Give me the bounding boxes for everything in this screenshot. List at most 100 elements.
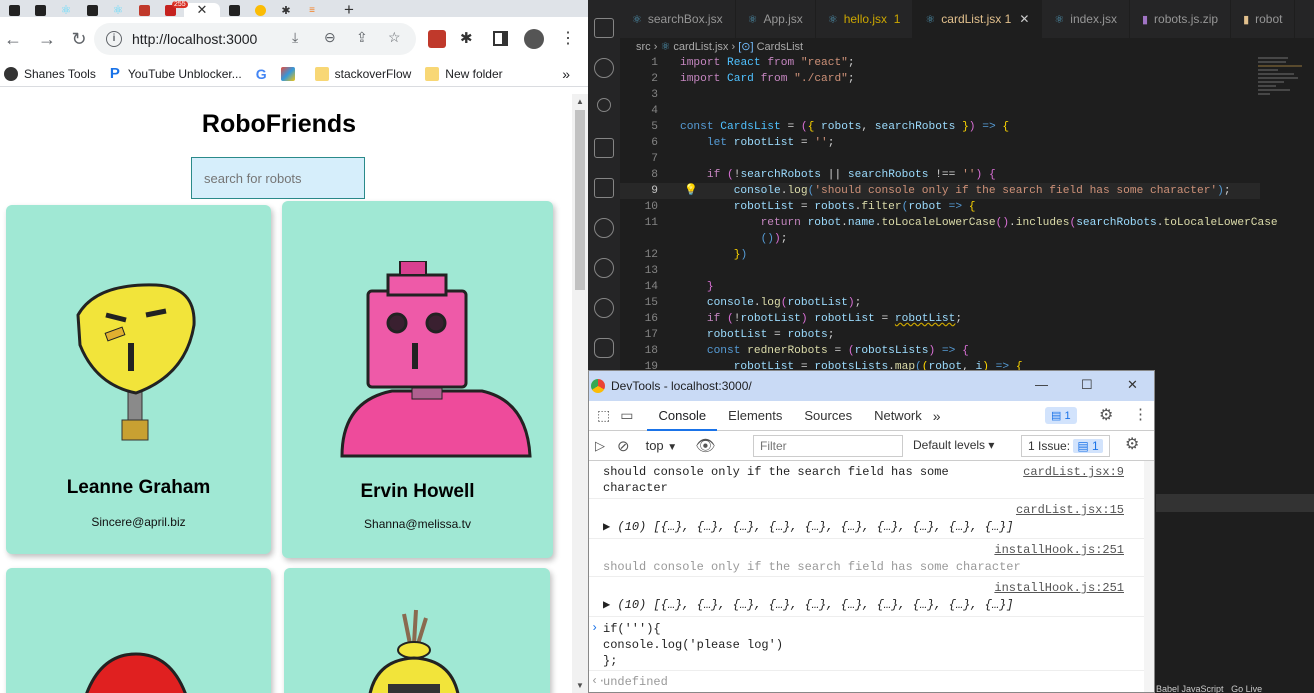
clear-console-icon[interactable]: ⊘ — [617, 437, 630, 455]
bookmark-item[interactable]: G — [256, 66, 267, 82]
tab-cardlist[interactable]: ⚛ cardList.jsx 1 ✕ — [913, 0, 1043, 38]
forward-button[interactable]: → — [34, 29, 60, 50]
go-live-button[interactable]: Go Live — [1231, 684, 1262, 693]
source-control-icon[interactable] — [597, 98, 611, 112]
tab[interactable] — [80, 3, 104, 17]
tab-elements[interactable]: Elements — [717, 401, 793, 431]
close-window-button[interactable]: ✕ — [1127, 377, 1138, 393]
devtools-titlebar[interactable]: DevTools - localhost:3000/ — ☐ ✕ — [589, 371, 1154, 401]
git-graph-icon[interactable] — [594, 258, 614, 278]
breadcrumb-file[interactable]: cardList.jsx — [673, 41, 728, 53]
scroll-down-icon[interactable]: ▼ — [576, 681, 584, 690]
install-icon[interactable]: ⤓ — [292, 29, 298, 46]
log-source-link[interactable]: cardList.jsx:9 — [1023, 465, 1124, 479]
close-tab-icon[interactable]: ✕ — [197, 2, 208, 18]
explorer-icon[interactable] — [594, 18, 614, 38]
reload-button[interactable]: ↻ — [66, 29, 92, 50]
tab-robots-zip[interactable]: ▮ robots.js.zip — [1130, 0, 1232, 38]
zoom-icon[interactable]: ⊖ — [324, 29, 336, 46]
bookmark-star-icon[interactable]: ☆ — [388, 29, 401, 46]
minimize-button[interactable]: — — [1035, 377, 1048, 392]
bookmarks-more-button[interactable]: » — [562, 66, 570, 82]
console-log: cardList.jsx:9 should console only if th… — [589, 461, 1154, 692]
tab[interactable] — [222, 3, 246, 17]
tab-network[interactable]: Network — [863, 401, 933, 431]
address-bar[interactable]: i http://localhost:3000 ⤓ ⊖ ⇪ ☆ — [94, 23, 416, 55]
tab-index[interactable]: ⚛ index.jsx — [1042, 0, 1130, 38]
scroll-up-icon[interactable]: ▲ — [576, 97, 584, 106]
folder-icon — [425, 66, 440, 81]
new-tab-button[interactable]: + — [344, 1, 354, 18]
context-selector[interactable]: top ▼ — [646, 438, 678, 453]
minimap[interactable] — [1258, 55, 1308, 155]
back-button[interactable]: ← — [0, 29, 26, 50]
maximize-button[interactable]: ☐ — [1081, 377, 1093, 393]
robot-card[interactable] — [6, 568, 271, 693]
filter-input[interactable] — [753, 435, 903, 457]
device-toolbar-icon[interactable]: ▭ — [620, 407, 633, 424]
lightbulb-icon[interactable]: 💡 — [684, 183, 698, 196]
bookmark-folder[interactable]: stackoverFlow — [314, 66, 411, 81]
sidebar-toggle-icon[interactable]: ▷ — [595, 438, 605, 454]
messages-badge[interactable]: ▤ 1 — [1045, 407, 1077, 424]
search-icon[interactable] — [594, 58, 614, 78]
settings-icon[interactable]: ⚙ — [1099, 405, 1113, 425]
issues-button[interactable]: 1 Issue: ▤ 1 — [1021, 435, 1110, 457]
inspect-element-icon[interactable]: ⬚ — [597, 407, 610, 424]
bookmark-item[interactable]: P YouTube Unblocker... — [110, 65, 242, 82]
language-mode[interactable]: Babel JavaScript — [1156, 684, 1224, 693]
robot-card[interactable]: Ervin Howell Shanna@melissa.tv — [282, 201, 553, 558]
code-line: 2 import Card from "./card"; — [651, 73, 855, 85]
tab-searchbox[interactable]: ⚛ searchBox.jsx — [620, 0, 736, 38]
p-logo-icon: P — [109, 65, 120, 82]
tab-active[interactable]: ✕ — [184, 2, 220, 18]
robot-card[interactable] — [284, 568, 550, 693]
scrollbar-thumb[interactable] — [575, 110, 585, 290]
tab[interactable]: ≡ — [300, 3, 324, 17]
code-editor[interactable]: 1 import React from "react"; 2 import Card… — [620, 55, 1278, 375]
tab[interactable] — [132, 3, 156, 17]
tab-app[interactable]: ⚛ App.jsx — [736, 0, 816, 38]
bookmark-item[interactable] — [280, 66, 301, 81]
live-expression-icon[interactable]: 👁 — [695, 436, 715, 456]
tab-hello[interactable]: ⚛ hello.jsx 1 — [816, 0, 914, 38]
puzzle-icon[interactable]: ✱ — [460, 29, 473, 47]
tab-robot[interactable]: ▮ robot — [1231, 0, 1296, 38]
share-icon[interactable]: ⇪ — [356, 29, 368, 46]
run-debug-icon[interactable] — [594, 138, 614, 158]
close-icon[interactable]: ✕ — [1019, 12, 1029, 26]
tab[interactable]: ✱ — [274, 3, 298, 17]
bookmark-item[interactable]: Shanes Tools — [4, 66, 96, 81]
remote-icon[interactable] — [594, 218, 614, 238]
site-info-icon[interactable]: i — [106, 31, 122, 47]
console-scrollbar[interactable] — [1144, 461, 1154, 692]
menu-icon[interactable]: ⋮ — [560, 28, 576, 48]
robot-card[interactable]: Leanne Graham Sincere@april.biz — [6, 205, 271, 554]
docker-icon[interactable] — [594, 338, 614, 358]
avatar[interactable] — [524, 29, 544, 49]
log-source-link[interactable]: cardList.jsx:15 — [1016, 503, 1124, 517]
more-options-icon[interactable]: ⋮ — [1133, 405, 1148, 423]
log-array[interactable]: ▶ (10) [{…}, {…}, {…}, {…}, {…}, {…}, {…… — [603, 597, 1014, 613]
tab[interactable] — [248, 3, 272, 17]
breadcrumb-symbol[interactable]: CardsList — [757, 41, 803, 53]
more-tabs-button[interactable]: » — [933, 408, 941, 424]
log-array[interactable]: ▶ (10) [{…}, {…}, {…}, {…}, {…}, {…}, {…… — [603, 519, 1014, 535]
tab-sources[interactable]: Sources — [793, 401, 863, 431]
sidepanel-icon[interactable] — [493, 31, 508, 46]
extensions-icon[interactable] — [594, 178, 614, 198]
log-levels-dropdown[interactable]: Default levels ▾ — [913, 438, 994, 452]
log-source-link[interactable]: installHook.js:251 — [994, 581, 1124, 595]
log-source-link[interactable]: installHook.js:251 — [994, 543, 1124, 557]
search-input[interactable] — [191, 157, 365, 199]
tab[interactable]: ⚛ — [106, 3, 130, 17]
tab[interactable] — [28, 3, 52, 17]
tab-console[interactable]: Console — [647, 401, 718, 431]
tab[interactable]: ⚛ — [54, 3, 78, 17]
live-share-icon[interactable] — [594, 298, 614, 318]
breadcrumb-folder[interactable]: src — [636, 41, 651, 53]
console-settings-icon[interactable]: ⚙ — [1125, 434, 1139, 454]
extension-icon[interactable] — [428, 30, 446, 48]
bookmark-folder[interactable]: New folder — [425, 66, 503, 81]
tab[interactable] — [2, 3, 26, 17]
